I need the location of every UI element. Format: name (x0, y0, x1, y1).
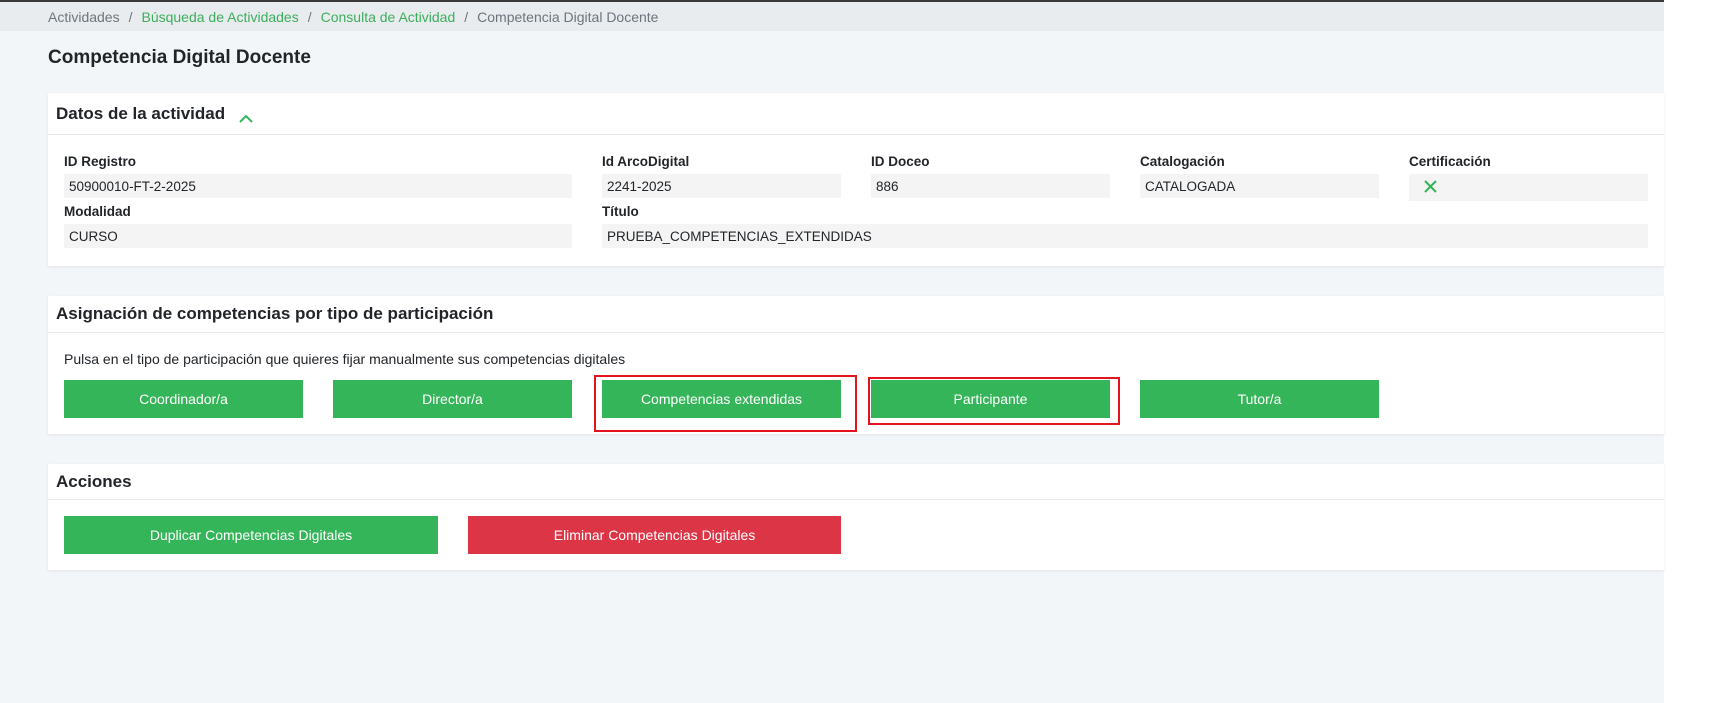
page-title: Competencia Digital Docente (48, 47, 311, 68)
x-icon (1423, 179, 1438, 197)
coordinador-button[interactable]: Coordinador/a (64, 380, 303, 418)
breadcrumb: Actividades / Búsqueda de Actividades / … (0, 2, 1664, 31)
acciones-header: Acciones (48, 464, 1664, 500)
titulo-value: PRUEBA_COMPETENCIAS_EXTENDIDAS (602, 224, 1648, 248)
modalidad-label: Modalidad (64, 204, 131, 219)
asignacion-description: Pulsa en el tipo de participación que qu… (64, 351, 626, 367)
breadcrumb-item-current: Competencia Digital Docente (477, 8, 659, 25)
catalogacion-label: Catalogación (1140, 154, 1225, 169)
id-arco-value: 2241-2025 (602, 174, 841, 198)
id-doceo-label: ID Doceo (871, 154, 930, 169)
datos-actividad-card: Datos de la actividad ID Registro 509000… (48, 93, 1664, 266)
asignacion-header: Asignación de competencias por tipo de p… (48, 296, 1664, 333)
catalogacion-value: CATALOGADA (1140, 174, 1379, 198)
certificacion-value (1409, 174, 1648, 201)
breadcrumb-item-busqueda[interactable]: Búsqueda de Actividades (141, 9, 298, 25)
titulo-label: Título (602, 204, 639, 219)
highlight-participante (868, 377, 1120, 425)
director-button[interactable]: Director/a (333, 380, 572, 418)
id-registro-value: 50900010-FT-2-2025 (64, 174, 572, 198)
breadcrumb-separator: / (464, 8, 469, 25)
acciones-card: Acciones Duplicar Competencias Digitales… (48, 464, 1664, 570)
right-margin (1664, 0, 1715, 703)
chevron-up-icon[interactable] (239, 109, 253, 123)
modalidad-value: CURSO (64, 224, 572, 248)
breadcrumb-item-consulta[interactable]: Consulta de Actividad (321, 9, 456, 25)
id-arco-label: Id ArcoDigital (602, 154, 690, 169)
asignacion-title: Asignación de competencias por tipo de p… (56, 304, 494, 323)
certificacion-label: Certificación (1409, 154, 1491, 169)
duplicar-competencias-button[interactable]: Duplicar Competencias Digitales (64, 516, 438, 554)
eliminar-competencias-button[interactable]: Eliminar Competencias Digitales (468, 516, 841, 554)
highlight-competencias-extendidas (594, 375, 857, 432)
id-registro-label: ID Registro (64, 154, 137, 169)
acciones-title: Acciones (56, 471, 132, 491)
breadcrumb-separator: / (128, 8, 133, 25)
breadcrumb-item-actividades[interactable]: Actividades (48, 9, 120, 25)
breadcrumb-separator: / (307, 8, 312, 25)
datos-actividad-header[interactable]: Datos de la actividad (48, 93, 1664, 135)
datos-actividad-title: Datos de la actividad (56, 103, 226, 123)
tutor-button[interactable]: Tutor/a (1140, 380, 1379, 418)
id-doceo-value: 886 (871, 174, 1110, 198)
